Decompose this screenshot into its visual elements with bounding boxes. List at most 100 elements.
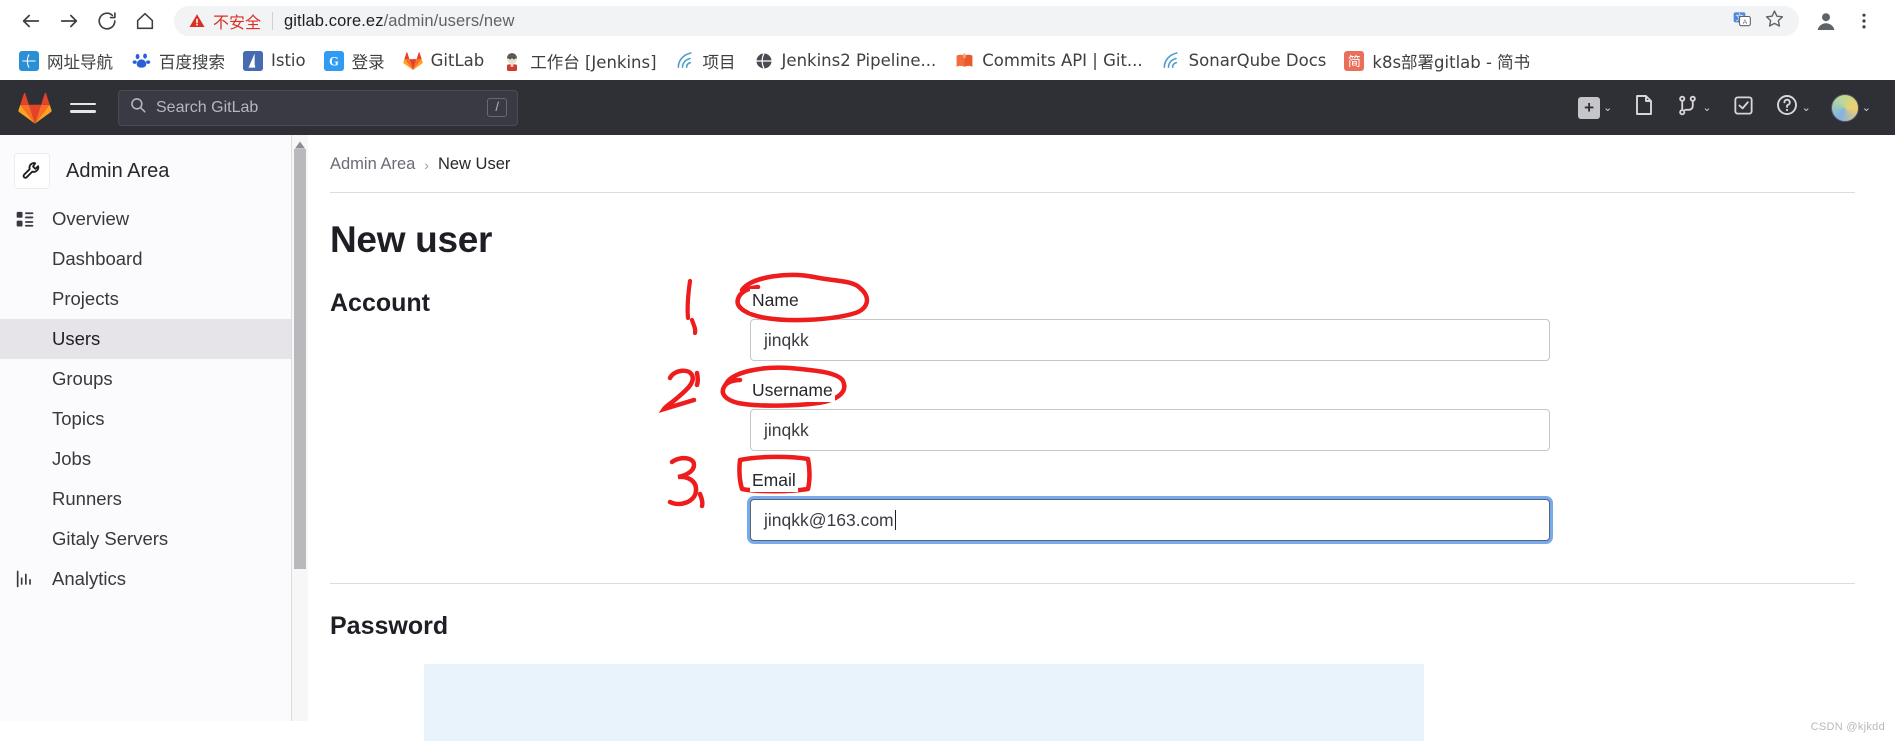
name-input-value: jinqkk [764,329,809,350]
url-path: /admin/users/new [383,11,515,30]
bookmark-label: k8s部署gitlab - 简书 [1372,52,1531,72]
email-input[interactable]: jinqkk@163.com [750,499,1550,541]
account-form-fields: Name jinqkk Username jinqkk Email jinqkk… [750,289,1550,559]
globe-icon [19,50,39,71]
bookmark-star-icon[interactable] [1764,8,1785,34]
field-label-username: Username [750,379,835,402]
text-cursor [894,510,897,530]
back-arrow-icon[interactable] [14,4,48,38]
section-label-password: Password [330,612,449,640]
browser-toolbar: 不安全 gitlab.core.ez/admin/users/new 文A [0,0,1895,42]
sidebar-item-label: Groups [52,368,113,389]
svg-text:G: G [329,54,339,68]
help-dropdown[interactable]: ⌄ [1767,87,1819,128]
scroll-up-arrow-icon[interactable] [294,137,306,149]
wrench-icon [14,153,50,189]
sidebar-item-jobs[interactable]: Jobs [0,439,291,479]
bookmark-item-3[interactable]: G 登录 [315,45,394,77]
bookmark-item-5[interactable]: 工作台 [Jenkins] [493,45,665,77]
hamburger-menu-icon[interactable] [68,99,98,117]
create-new-dropdown[interactable]: + ⌄ [1570,91,1620,125]
bookmark-item-4[interactable]: GitLab [394,47,494,75]
breadcrumb-root[interactable]: Admin Area [330,155,415,174]
content-scrollbar-track[interactable] [292,135,308,721]
baidu-icon [131,50,151,71]
plus-square-icon: + [1578,96,1601,119]
sidebar-item-gitaly-servers[interactable]: Gitaly Servers [0,519,291,559]
field-email: Email jinqkk@163.com [750,469,1550,541]
field-name: Name jinqkk [750,289,1550,361]
sidebar-item-label: Overview [52,208,130,229]
search-shortcut-key: / [487,97,507,118]
bookmark-item-6[interactable]: 项目 [666,45,745,77]
admin-sidebar: Admin Area Overview Dashboard Projects U… [0,135,292,721]
bookmark-label: 网址导航 [47,52,113,72]
content-scrollbar-thumb[interactable] [294,149,306,569]
breadcrumb-current: New User [437,155,511,173]
watermark: CSDN @kjkdd [1810,721,1885,733]
profile-avatar-icon[interactable] [1809,4,1843,38]
bookmark-item-9[interactable]: SonarQube Docs [1152,47,1336,75]
sidebar-item-overview[interactable]: Overview [0,199,291,239]
forward-arrow-icon[interactable] [52,4,86,38]
todo-checkbox-icon [1732,94,1755,122]
bookmark-label: Istio [271,51,306,70]
sidebar-item-label: Runners [52,488,122,509]
browser-window: 不安全 gitlab.core.ez/admin/users/new 文A [0,0,1895,741]
sidebar-item-projects[interactable]: Projects [0,279,291,319]
gitlab-navbar: Search GitLab / + ⌄ ⌄ ⌄ ⌄ [0,80,1895,135]
bookmark-item-8[interactable]: Commits API | Git... [945,47,1151,75]
translate-icon[interactable]: 文A [1732,9,1752,34]
breadcrumb: Admin Area › New User [330,135,1895,174]
sidebar-item-analytics[interactable]: Analytics [0,559,291,599]
merge-requests-dropdown[interactable]: ⌄ [1668,88,1719,128]
todos-link[interactable] [1724,88,1763,128]
sidebar-item-dashboard[interactable]: Dashboard [0,239,291,279]
sidebar-item-groups[interactable]: Groups [0,359,291,399]
sidebar-header-admin-area[interactable]: Admin Area [0,143,291,199]
reload-icon[interactable] [90,4,124,38]
issues-icon [1632,93,1656,122]
user-menu[interactable]: ⌄ [1823,88,1879,128]
chevron-down-icon: ⌄ [1801,102,1811,114]
issues-link[interactable] [1624,87,1664,128]
gitlab-tanuki-logo[interactable] [16,92,54,124]
sidebar-item-runners[interactable]: Runners [0,479,291,519]
sidebar-item-label: Jobs [52,448,92,469]
sidebar-item-users[interactable]: Users [0,319,291,359]
chart-bar-icon [14,569,36,589]
breadcrumb-divider [330,192,1855,193]
bookmark-label: 项目 [702,52,736,72]
navbar-actions: + ⌄ ⌄ ⌄ ⌄ [1570,87,1879,128]
three-dot-menu-icon[interactable] [1847,4,1881,38]
name-input[interactable]: jinqkk [750,319,1550,361]
bookmark-item-7[interactable]: Jenkins2 Pipeline... [745,47,946,75]
username-input[interactable]: jinqkk [750,409,1550,451]
bookmark-item-0[interactable]: 网址导航 [10,45,122,77]
bookmark-label: Commits API | Git... [982,51,1143,70]
sidebar-item-label: Users [52,328,101,349]
home-icon[interactable] [128,4,162,38]
bookmark-item-2[interactable]: Istio [234,47,315,75]
search-input[interactable]: Search GitLab / [118,89,518,126]
bookmark-label: 百度搜索 [159,52,225,72]
email-input-value: jinqkk@163.com [764,509,894,530]
password-info-box [424,664,1424,741]
svg-text:A: A [1743,19,1748,26]
bookmark-item-1[interactable]: 百度搜索 [122,45,234,77]
section-label-account: Account [330,289,430,317]
overview-list-icon [14,209,36,229]
sidebar-item-topics[interactable]: Topics [0,399,291,439]
browser-toolbar-right [1809,4,1881,38]
search-icon [129,96,147,119]
sonarqube-icon [1160,50,1181,71]
page-title: New user [330,219,493,260]
chevron-down-icon: ⌄ [1861,102,1871,114]
jenkins-icon [502,50,523,71]
book-icon [954,51,974,71]
field-label-email: Email [750,469,798,492]
address-bar[interactable]: 不安全 gitlab.core.ez/admin/users/new 文A [174,6,1799,36]
bookmark-item-10[interactable]: 简 k8s部署gitlab - 简书 [1335,45,1539,77]
not-secure-warning-icon [188,12,206,30]
sidebar-item-label: Projects [52,288,119,309]
